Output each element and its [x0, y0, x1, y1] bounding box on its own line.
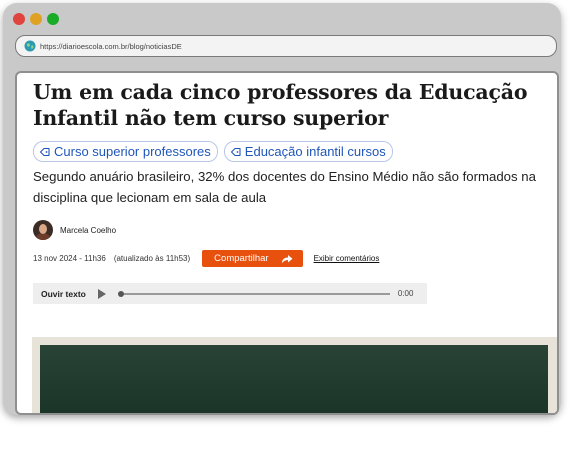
article-image [32, 337, 557, 413]
share-button[interactable]: Compartilhar [202, 250, 303, 267]
tag-icon [39, 147, 50, 156]
audio-time: 0:00 [397, 289, 414, 298]
tag-list: Curso superior professores Educação infa… [33, 141, 547, 162]
share-label: Compartilhar [214, 253, 269, 264]
author-avatar [33, 220, 53, 240]
close-window-button[interactable] [13, 13, 25, 25]
globe-icon [24, 40, 36, 52]
window-controls [13, 13, 59, 25]
audio-player: Ouvir texto 0:00 [33, 283, 427, 304]
share-arrow-icon [281, 254, 293, 263]
tag-educacao-infantil[interactable]: Educação infantil cursos [223, 141, 393, 162]
tag-label: Educação infantil cursos [244, 144, 386, 159]
maximize-window-button[interactable] [47, 13, 59, 25]
page-viewport: Um em cada cinco professores da Educação… [15, 71, 559, 415]
show-comments-link[interactable]: Exibir comentários [314, 254, 380, 263]
audio-label: Ouvir texto [41, 288, 86, 299]
tag-curso-superior[interactable]: Curso superior professores [33, 141, 218, 162]
article-title: Um em cada cinco professores da Educação… [33, 80, 528, 130]
tag-icon [230, 147, 241, 156]
tag-label: Curso superior professores [54, 144, 211, 159]
browser-window: https://diarioescola.com.br/blog/noticia… [3, 3, 561, 415]
url-text: https://diarioescola.com.br/blog/noticia… [40, 41, 182, 51]
author-info: Marcela Coelho [33, 220, 547, 240]
article-meta: 13 nov 2024 - 11h36 (atualizado às 11h53… [33, 250, 547, 267]
audio-progress-track[interactable] [117, 290, 390, 297]
address-bar[interactable]: https://diarioescola.com.br/blog/noticia… [15, 35, 557, 57]
article: Um em cada cinco professores da Educação… [33, 79, 547, 304]
chalkboard-image [40, 345, 548, 413]
minimize-window-button[interactable] [30, 13, 42, 25]
publish-date: 13 nov 2024 - 11h36 [33, 254, 106, 263]
article-subtitle: Segundo anuário brasileiro, 32% dos doce… [33, 169, 536, 205]
updated-time: (atualizado às 11h53) [113, 254, 191, 263]
audio-progress-knob[interactable] [117, 290, 124, 297]
play-icon[interactable] [97, 288, 106, 299]
author-name[interactable]: Marcela Coelho [60, 226, 116, 235]
